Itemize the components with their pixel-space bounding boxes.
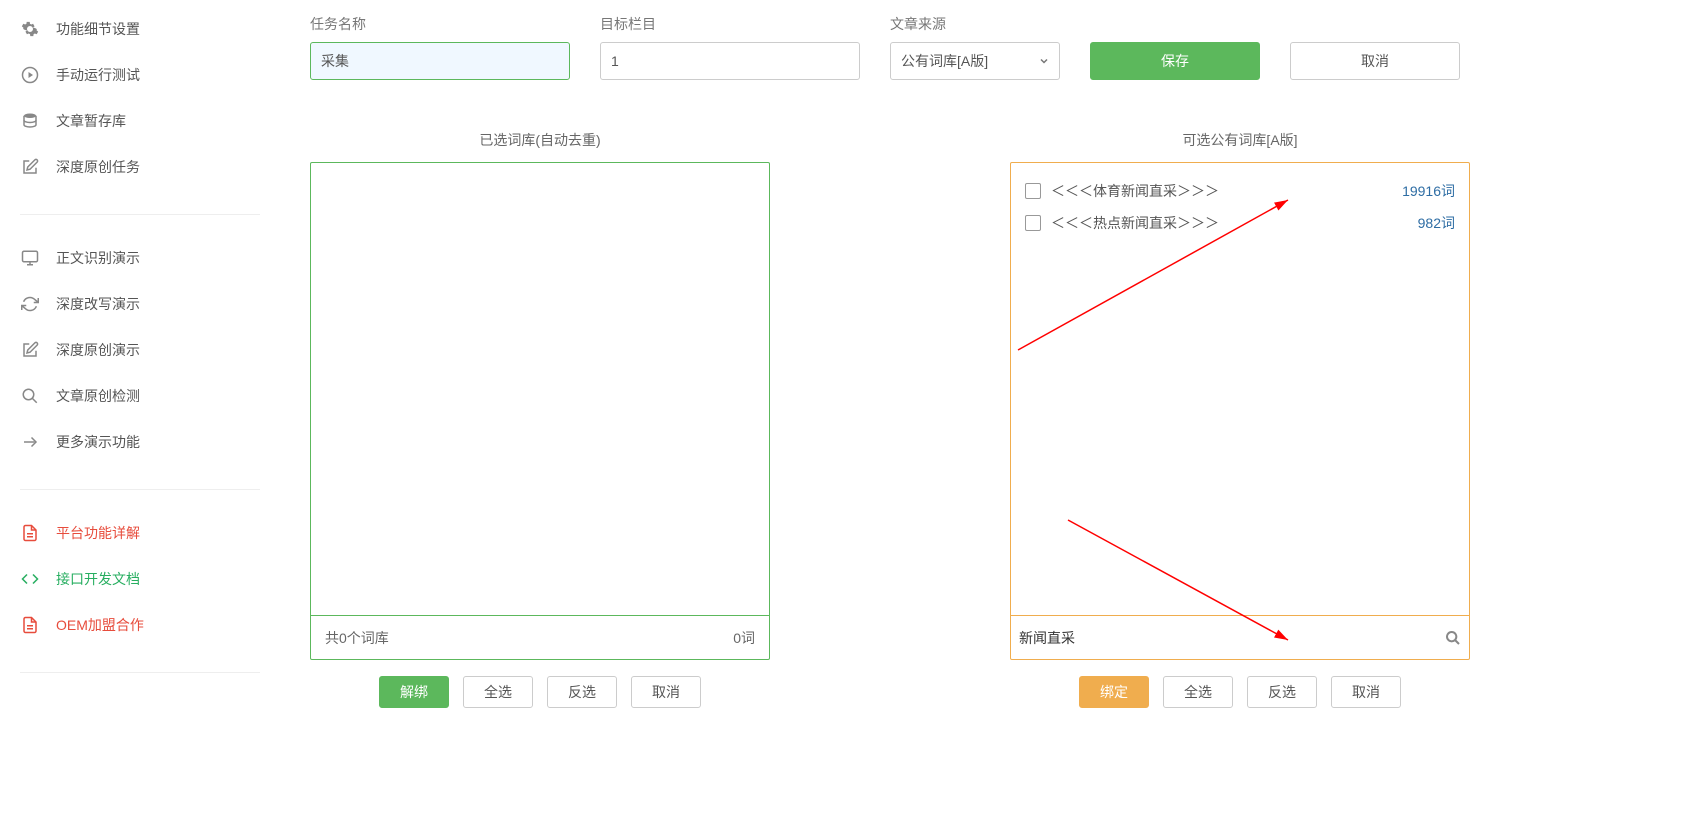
database-icon [20, 112, 40, 130]
sidebar-item-label: 文章暂存库 [56, 111, 126, 131]
sidebar-item[interactable]: 正文识别演示 [20, 235, 260, 281]
edit-icon [20, 158, 40, 176]
available-panel-title: 可选公有词库[A版] [1182, 130, 1297, 150]
edit-icon [20, 341, 40, 359]
wordbank-name: ＜＜＜体育新闻直采＞＞＞ [1051, 181, 1219, 201]
cancel-select-button[interactable]: 取消 [1331, 676, 1401, 708]
sidebar-item-label: 深度改写演示 [56, 294, 140, 314]
sidebar-item-label: 接口开发文档 [56, 569, 140, 589]
sidebar-item[interactable]: 功能细节设置 [20, 6, 260, 52]
checkbox[interactable] [1025, 183, 1041, 199]
sidebar-item-label: 深度原创任务 [56, 157, 140, 177]
source-label: 文章来源 [890, 14, 1060, 34]
selected-panel-title: 已选词库(自动去重) [479, 130, 600, 150]
refresh-icon [20, 295, 40, 313]
wordbank-item[interactable]: ＜＜＜热点新闻直采＞＞＞ 982词 [1023, 207, 1457, 239]
wordbank-name: ＜＜＜热点新闻直采＞＞＞ [1051, 213, 1219, 233]
search-icon[interactable] [1445, 630, 1461, 646]
sidebar-separator [20, 214, 260, 215]
available-list: ＜＜＜体育新闻直采＞＞＞ 19916词 ＜＜＜热点新闻直采＞＞＞ 982词 [1011, 163, 1469, 615]
file-icon [20, 524, 40, 542]
target-column-group: 目标栏目 [600, 14, 860, 80]
monitor-icon [20, 249, 40, 267]
target-column-input[interactable] [600, 42, 860, 80]
wordbank-count: 19916词 [1402, 181, 1455, 201]
invert-select-button[interactable]: 反选 [547, 676, 617, 708]
main-content: 任务名称 目标栏目 文章来源 公有词库[A版] 保存 取消 [280, 0, 1689, 816]
target-column-label: 目标栏目 [600, 14, 860, 34]
sidebar-item-label: 更多演示功能 [56, 432, 140, 452]
selected-count-label: 共0个词库 [325, 628, 389, 648]
source-select[interactable]: 公有词库[A版] [890, 42, 1060, 80]
sidebar-item-label: 文章原创检测 [56, 386, 140, 406]
available-wordbank-panel: 可选公有词库[A版] ＜＜＜体育新闻直采＞＞＞ 19916词 ＜＜＜热点新闻直采＞＞… [1010, 130, 1470, 708]
sidebar: 功能细节设置手动运行测试文章暂存库深度原创任务 正文识别演示深度改写演示深度原创… [0, 0, 280, 816]
sidebar-item-label: 功能细节设置 [56, 19, 140, 39]
sidebar-item[interactable]: 深度原创演示 [20, 327, 260, 373]
save-button[interactable]: 保存 [1090, 42, 1260, 80]
sidebar-item[interactable]: 深度改写演示 [20, 281, 260, 327]
file-icon [20, 616, 40, 634]
sidebar-item-label: 深度原创演示 [56, 340, 140, 360]
task-name-group: 任务名称 [310, 14, 570, 80]
unbind-button[interactable]: 解绑 [379, 676, 449, 708]
cancel-button[interactable]: 取消 [1290, 42, 1460, 80]
select-all-button[interactable]: 全选 [463, 676, 533, 708]
sidebar-item-label: 手动运行测试 [56, 65, 140, 85]
selected-wordbank-panel: 已选词库(自动去重) 共0个词库 0词 解绑 全选 反选 取消 [310, 130, 770, 708]
sidebar-item[interactable]: 深度原创任务 [20, 144, 260, 190]
wordbank-search-input[interactable] [1019, 623, 1445, 653]
code-icon [20, 570, 40, 588]
sidebar-item-label: 正文识别演示 [56, 248, 140, 268]
source-group: 文章来源 公有词库[A版] [890, 14, 1060, 80]
sidebar-item[interactable]: 更多演示功能 [20, 419, 260, 465]
select-all-button[interactable]: 全选 [1163, 676, 1233, 708]
sidebar-item-label: 平台功能详解 [56, 523, 140, 543]
share-icon [20, 433, 40, 451]
task-name-input[interactable] [310, 42, 570, 80]
task-name-label: 任务名称 [310, 14, 570, 34]
wordbank-item[interactable]: ＜＜＜体育新闻直采＞＞＞ 19916词 [1023, 175, 1457, 207]
wordbank-count: 982词 [1418, 213, 1455, 233]
sidebar-item-label: OEM加盟合作 [56, 615, 144, 635]
sidebar-item[interactable]: 文章暂存库 [20, 98, 260, 144]
bind-button[interactable]: 绑定 [1079, 676, 1149, 708]
sidebar-item[interactable]: 平台功能详解 [20, 510, 260, 556]
sidebar-item[interactable]: 接口开发文档 [20, 556, 260, 602]
selected-list [311, 163, 769, 615]
search-icon [20, 387, 40, 405]
cancel-select-button[interactable]: 取消 [631, 676, 701, 708]
sidebar-separator [20, 672, 260, 673]
sidebar-item[interactable]: 文章原创检测 [20, 373, 260, 419]
checkbox[interactable] [1025, 215, 1041, 231]
selected-word-count: 0词 [733, 628, 755, 648]
sidebar-separator [20, 489, 260, 490]
play-icon [20, 66, 40, 84]
cogs-icon [20, 20, 40, 38]
sidebar-item[interactable]: OEM加盟合作 [20, 602, 260, 648]
sidebar-item[interactable]: 手动运行测试 [20, 52, 260, 98]
invert-select-button[interactable]: 反选 [1247, 676, 1317, 708]
